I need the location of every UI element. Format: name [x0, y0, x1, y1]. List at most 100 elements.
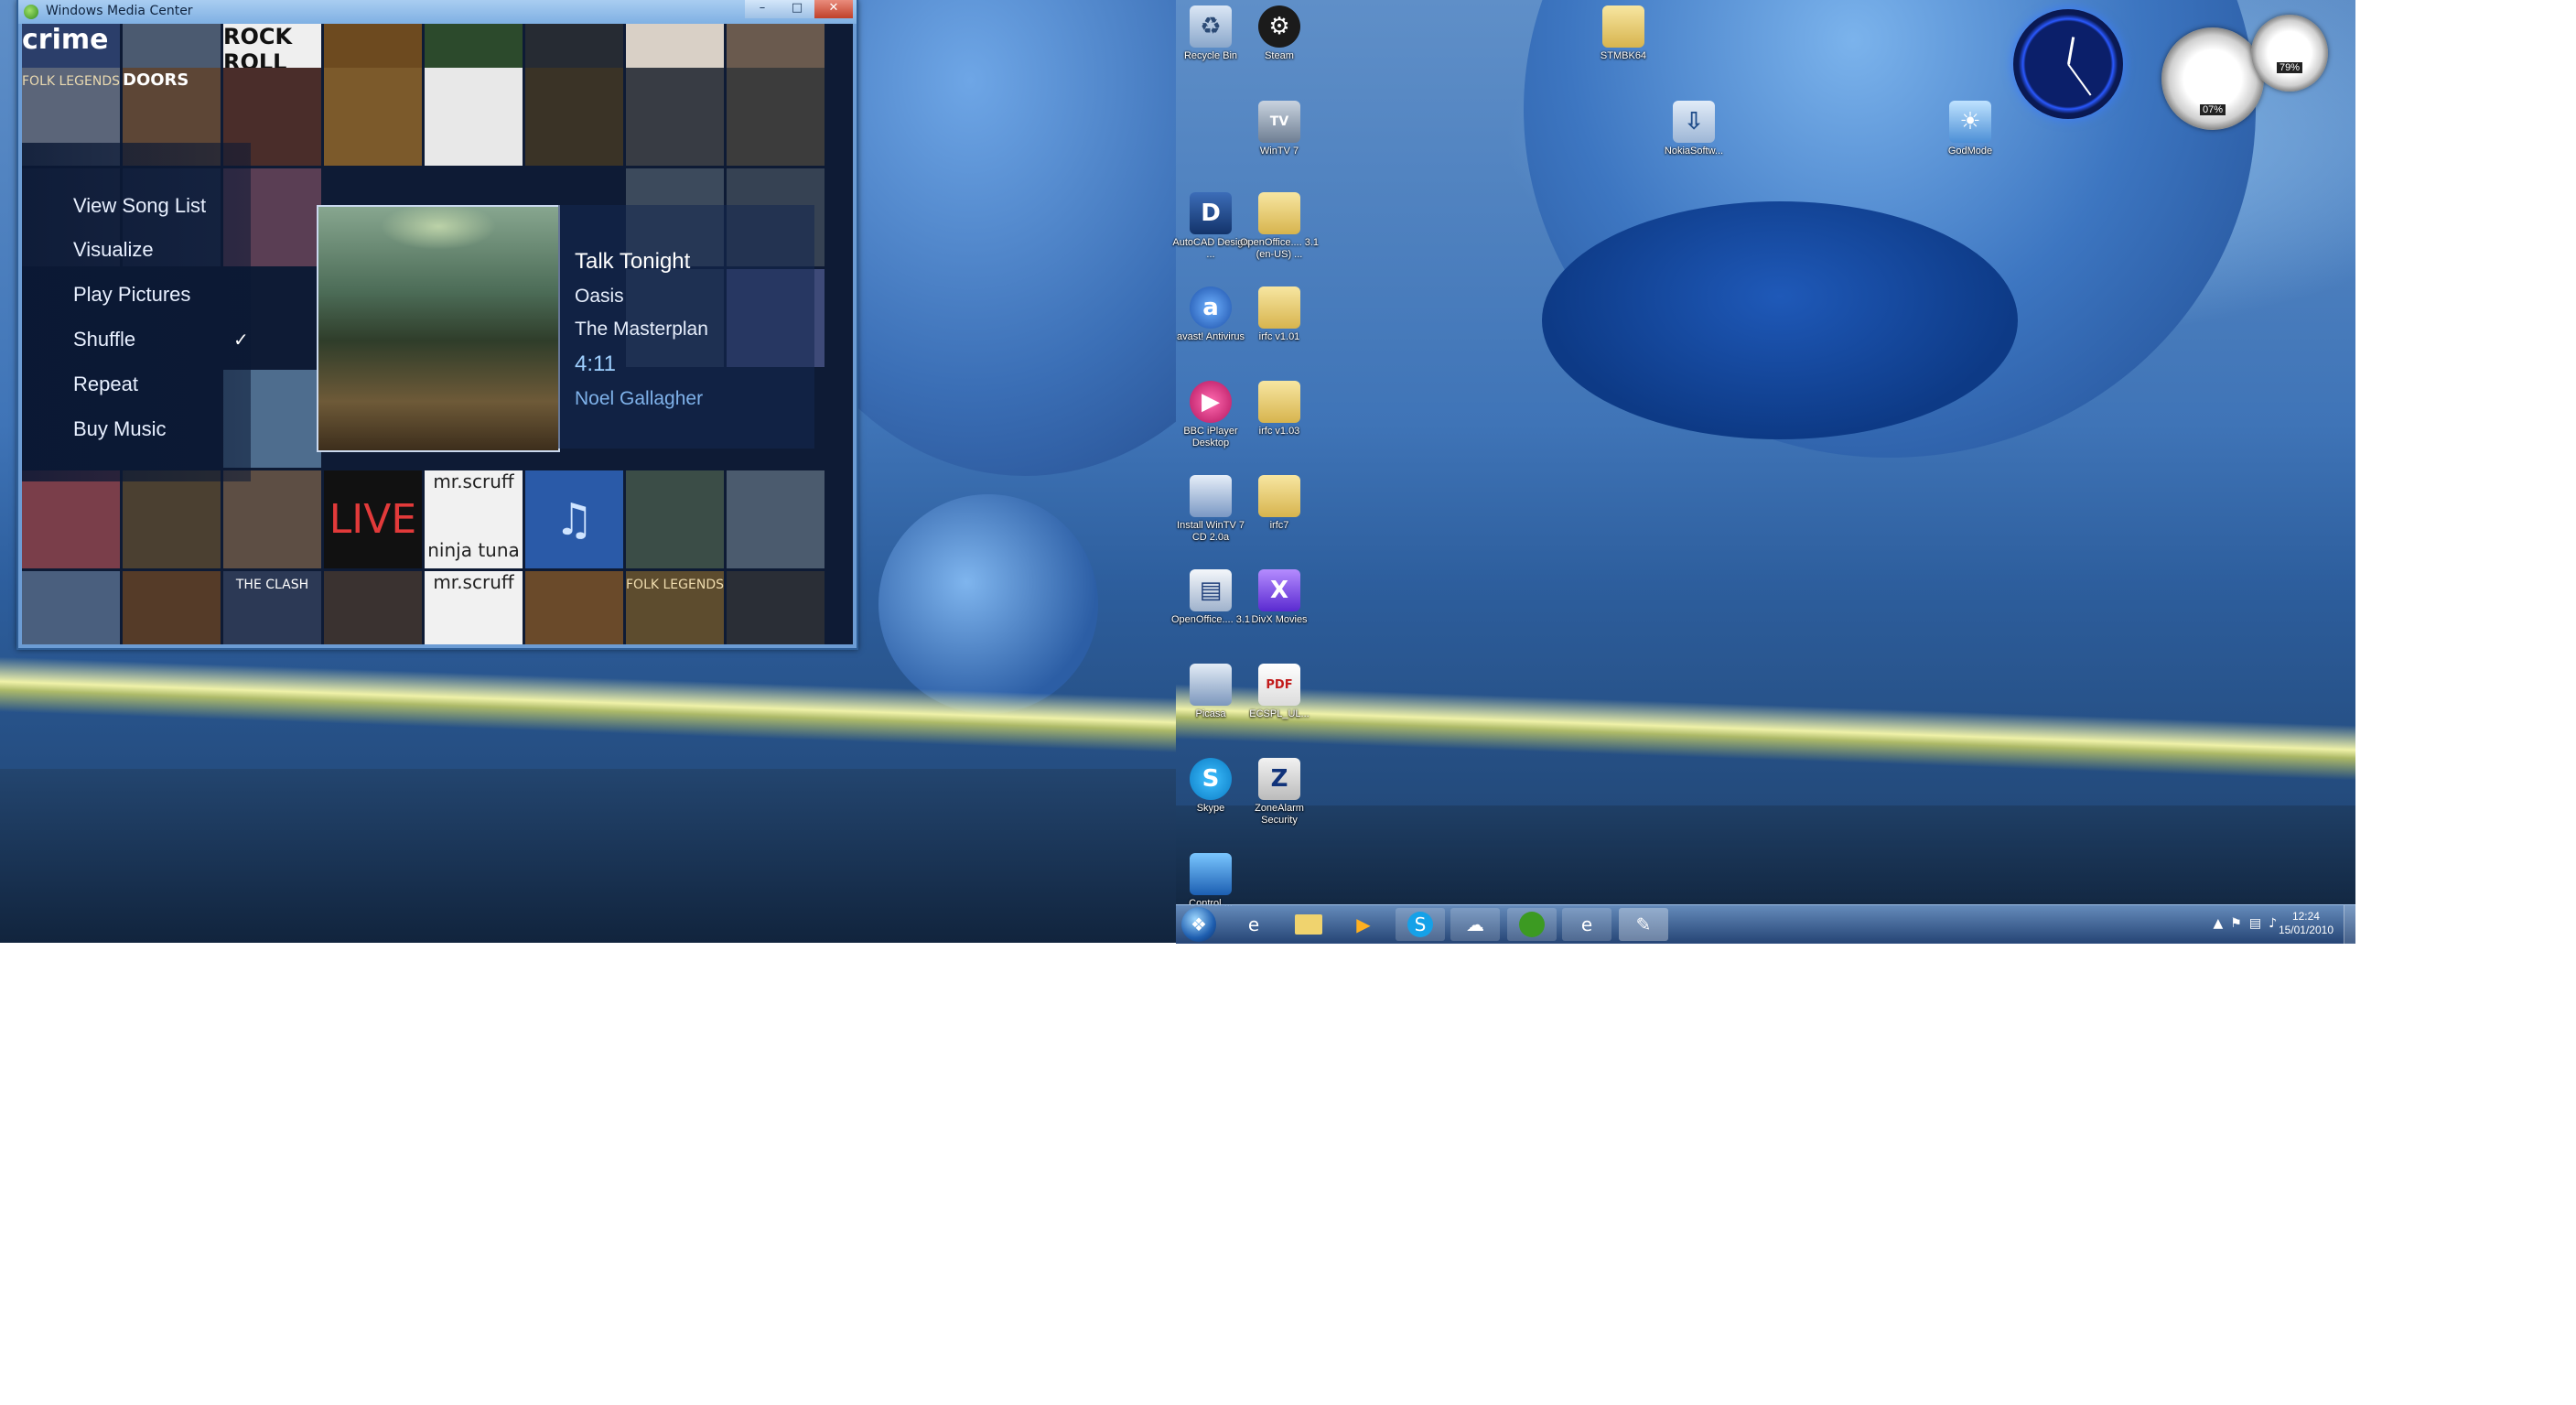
album-cover	[324, 68, 422, 166]
taskbar-media-player[interactable]: ▶	[1339, 908, 1388, 941]
desktop-icon-recycle-bin[interactable]: ♻ Recycle Bin	[1171, 5, 1250, 62]
taskbar-skype[interactable]: S	[1396, 908, 1445, 941]
desktop-icon-zonealarm[interactable]: Z ZoneAlarm Security	[1240, 758, 1319, 827]
action-center-flag-icon[interactable]: ⚑	[2230, 916, 2249, 931]
desktop-icon-program[interactable]: Control ...	[1171, 853, 1250, 910]
download-icon: ⇩	[1673, 101, 1715, 143]
media-center-content: crime ROCK ROLL FOLK LEGENDS DOORS LIVE …	[22, 24, 853, 644]
minimize-button[interactable]: –	[745, 0, 780, 18]
composer-name: Noel Gallagher	[575, 388, 704, 409]
cpu-meter-gadget[interactable]: 07%	[2161, 27, 2264, 130]
folder-icon	[1258, 286, 1300, 329]
desktop-icon-divx-movies[interactable]: X DivX Movies	[1240, 569, 1319, 626]
start-button[interactable]: ❖	[1181, 907, 1216, 942]
now-playing-album-art	[317, 205, 560, 452]
taskbar-internet-explorer[interactable]: e	[1229, 908, 1278, 941]
album-cover	[626, 470, 724, 568]
artist-name: Oasis	[575, 286, 624, 307]
desktop-icon-godmode[interactable]: ☀ GodMode	[1931, 101, 2010, 157]
picasa-icon	[1190, 664, 1232, 706]
folder-icon	[1258, 475, 1300, 517]
desktop-icon-nokia-software[interactable]: ⇩ NokiaSoftw...	[1654, 101, 1733, 157]
desktop-icon-irfc-v101[interactable]: irfc v1.01	[1240, 286, 1319, 343]
album-cover: FOLK LEGENDS	[626, 571, 724, 644]
ram-usage-value: 79%	[2276, 62, 2303, 73]
album-cover	[525, 68, 623, 166]
desktop-icon-bbc-iplayer[interactable]: ▶ BBC iPlayer Desktop	[1171, 381, 1250, 449]
album-cover: THE CLASH	[223, 571, 321, 644]
show-hidden-icons-icon[interactable]: ▲	[2213, 916, 2230, 931]
media-center-window[interactable]: Windows Media Center – □ ✕ crime ROCK RO…	[16, 0, 858, 650]
folder-icon	[1602, 5, 1644, 48]
album-cover	[22, 571, 120, 644]
menu-item-buy-music[interactable]: Buy Music	[73, 417, 166, 441]
taskbar: ❖ e ▶ S ☁ e ✎ ▲⚑▤♪ 12:24 15/01/2010	[1176, 904, 2355, 944]
iplayer-icon: ▶	[1190, 381, 1232, 423]
taskbar-internet-explorer-2[interactable]: e	[1562, 908, 1611, 941]
album-cover: LIVE	[324, 470, 422, 568]
album-cover	[525, 571, 623, 644]
taskbar-paint[interactable]: ✎	[1619, 908, 1668, 941]
ram-meter-gadget[interactable]: 79%	[2251, 15, 2328, 92]
window-title: Windows Media Center	[46, 4, 193, 18]
steam-icon: ⚙	[1258, 5, 1300, 48]
desktop-icon-avast[interactable]: a avast! Antivirus	[1171, 286, 1250, 343]
recycle-bin-icon: ♻	[1190, 5, 1232, 48]
desktop-icon-pdf[interactable]: PDF ECSPL_UL...	[1240, 664, 1319, 720]
album-cover: ♫	[525, 470, 623, 568]
clock-hour-hand	[2067, 37, 2075, 65]
desktop-icon-irfc-v103[interactable]: irfc v1.03	[1240, 381, 1319, 438]
shuffle-check-icon: ✓	[233, 329, 249, 351]
desktop-wallpaper-right	[1176, 0, 2355, 943]
desktop-icon-stmbk64[interactable]: STMBK64	[1584, 5, 1663, 62]
clock-gadget[interactable]	[2013, 9, 2123, 119]
control-panel-icon: ☀	[1949, 101, 1991, 143]
installer-icon	[1190, 475, 1232, 517]
media-center-logo-icon	[24, 5, 38, 19]
taskbar-media-center[interactable]	[1507, 908, 1557, 941]
wintv-icon: TV	[1258, 101, 1300, 143]
menu-item-repeat[interactable]: Repeat	[73, 373, 138, 396]
notification-area[interactable]: ▲⚑▤♪	[2213, 916, 2284, 931]
folder-icon	[1258, 192, 1300, 234]
pdf-icon: PDF	[1258, 664, 1300, 706]
show-desktop-button[interactable]	[2344, 905, 2355, 944]
album-cover: mr.scruff	[425, 571, 523, 644]
window-titlebar[interactable]: Windows Media Center – □ ✕	[18, 0, 857, 24]
desktop-icon-wintv7[interactable]: TV WinTV 7	[1240, 101, 1319, 157]
folder-icon	[1295, 914, 1322, 935]
divx-icon: X	[1258, 569, 1300, 611]
autocad-icon: D	[1190, 192, 1232, 234]
taskbar-windows-explorer[interactable]	[1284, 908, 1333, 941]
desktop-icon-irfc7[interactable]: irfc7	[1240, 475, 1319, 532]
menu-item-view-song-list[interactable]: View Song List	[73, 194, 206, 218]
cpu-usage-value: 07%	[2199, 104, 2226, 115]
album-cover	[727, 470, 825, 568]
menu-item-visualize[interactable]: Visualize	[73, 238, 154, 262]
menu-item-play-pictures[interactable]: Play Pictures	[73, 283, 190, 307]
album-cover: mr.scruff ninja tuna	[425, 470, 523, 568]
desktop-icon-install-wintv[interactable]: Install WinTV 7 CD 2.0a	[1171, 475, 1250, 544]
close-button[interactable]: ✕	[814, 0, 853, 18]
album-cover	[223, 470, 321, 568]
album-cover	[727, 571, 825, 644]
clock-date: 15/01/2010	[2278, 924, 2333, 936]
network-icon[interactable]: ▤	[2249, 916, 2269, 931]
zonealarm-icon: Z	[1258, 758, 1300, 800]
maximize-button[interactable]: □	[780, 0, 814, 18]
menu-item-shuffle[interactable]: Shuffle	[73, 328, 135, 351]
openoffice-icon: ▤	[1190, 569, 1232, 611]
desktop-icon-openoffice[interactable]: ▤ OpenOffice.... 3.1	[1171, 569, 1250, 626]
taskbar-network[interactable]: ☁	[1450, 908, 1500, 941]
desktop-icon-skype[interactable]: S Skype	[1171, 758, 1250, 815]
desktop-icon-openoffice-folder[interactable]: OpenOffice.... 3.1 (en-US) ...	[1240, 192, 1319, 261]
clock-display[interactable]: 12:24 15/01/2010	[2279, 910, 2333, 937]
desktop-icon-picasa[interactable]: Picasa	[1171, 664, 1250, 720]
desktop-icon-autocad[interactable]: D AutoCAD Design ...	[1171, 192, 1250, 261]
song-duration: 4:11	[575, 351, 616, 376]
song-title: Talk Tonight	[575, 249, 691, 274]
desktop-icon-steam[interactable]: ⚙ Steam	[1240, 5, 1319, 62]
album-cover	[626, 68, 724, 166]
clock-time: 12:24	[2291, 910, 2320, 923]
album-cover	[727, 68, 825, 166]
